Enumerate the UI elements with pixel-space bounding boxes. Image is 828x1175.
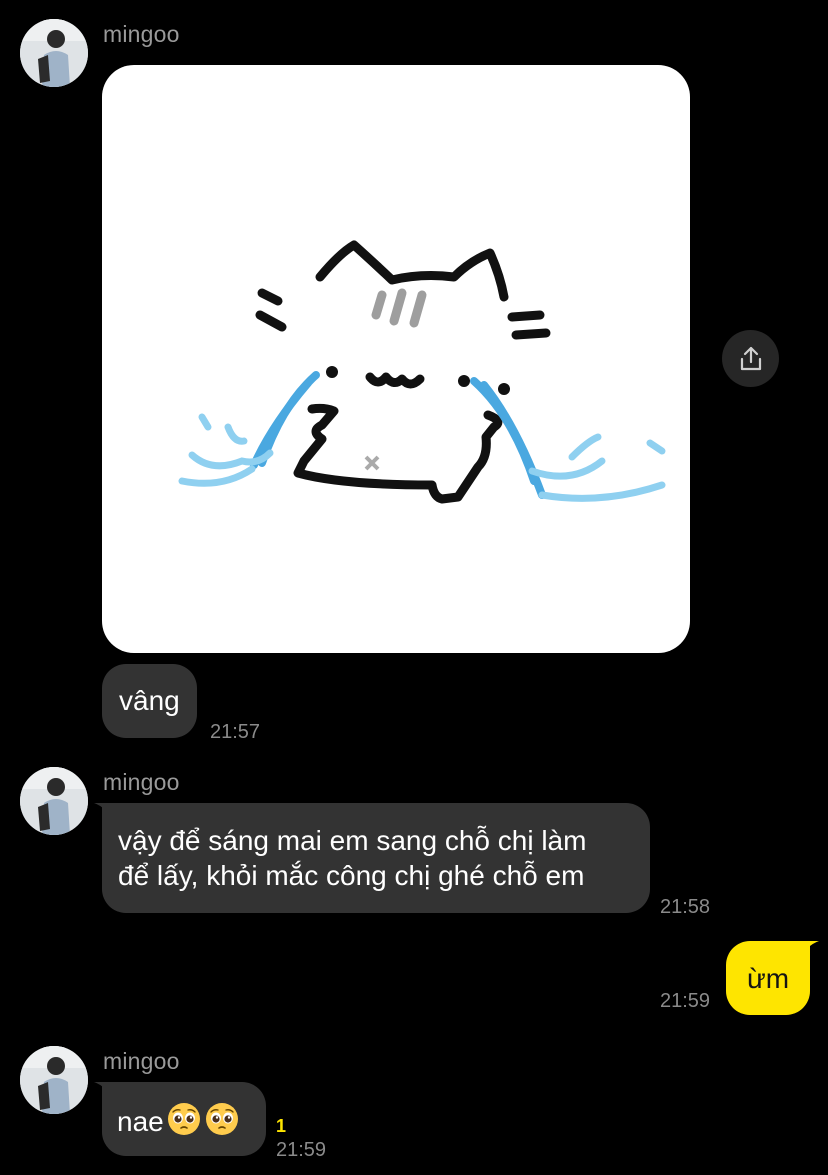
sender-name: mingoo <box>103 21 180 47</box>
sticker-image[interactable] <box>102 65 690 653</box>
message-bubble[interactable]: vậy để sáng mai em sang chỗ chị làm để l… <box>94 803 650 913</box>
avatar[interactable] <box>20 767 88 835</box>
avatar-person-icon <box>20 19 88 87</box>
sender-name: mingoo <box>103 1048 180 1074</box>
bubble-tail <box>94 1082 118 1104</box>
bubble-tail <box>795 941 819 963</box>
chat-screen: mingoo vâng 21:57 mingoo vậy để sáng mai… <box>0 0 828 1175</box>
message-bubble[interactable]: nae <box>94 1082 266 1156</box>
pleading-face-icon <box>204 1101 240 1137</box>
avatar[interactable] <box>20 19 88 87</box>
message-text: vâng <box>119 685 180 716</box>
message-text: ừm <box>746 963 790 994</box>
avatar[interactable] <box>20 1046 88 1114</box>
message-text-line: vậy để sáng mai em sang chỗ chị làm <box>118 825 587 856</box>
message-text: nae <box>117 1106 164 1137</box>
bubble-tail <box>94 803 118 825</box>
share-button[interactable] <box>722 330 779 387</box>
message-bubble[interactable]: vâng <box>102 664 197 738</box>
avatar-person-icon <box>20 767 88 835</box>
message-time: 21:59 <box>276 1139 327 1161</box>
unread-count: 1 <box>276 1116 287 1136</box>
message-text-line: để lấy, khỏi mắc công chị ghé chỗ em <box>118 860 585 891</box>
message-time: 21:57 <box>210 721 261 743</box>
share-icon <box>740 346 761 370</box>
pleading-face-icon <box>166 1101 202 1137</box>
sender-name: mingoo <box>103 769 180 795</box>
message-time: 21:58 <box>660 896 711 918</box>
crying-cat-sticker <box>178 240 666 504</box>
my-message-bubble[interactable]: ừm <box>726 941 819 1015</box>
avatar-person-icon <box>20 1046 88 1114</box>
message-time: 21:59 <box>660 990 711 1012</box>
